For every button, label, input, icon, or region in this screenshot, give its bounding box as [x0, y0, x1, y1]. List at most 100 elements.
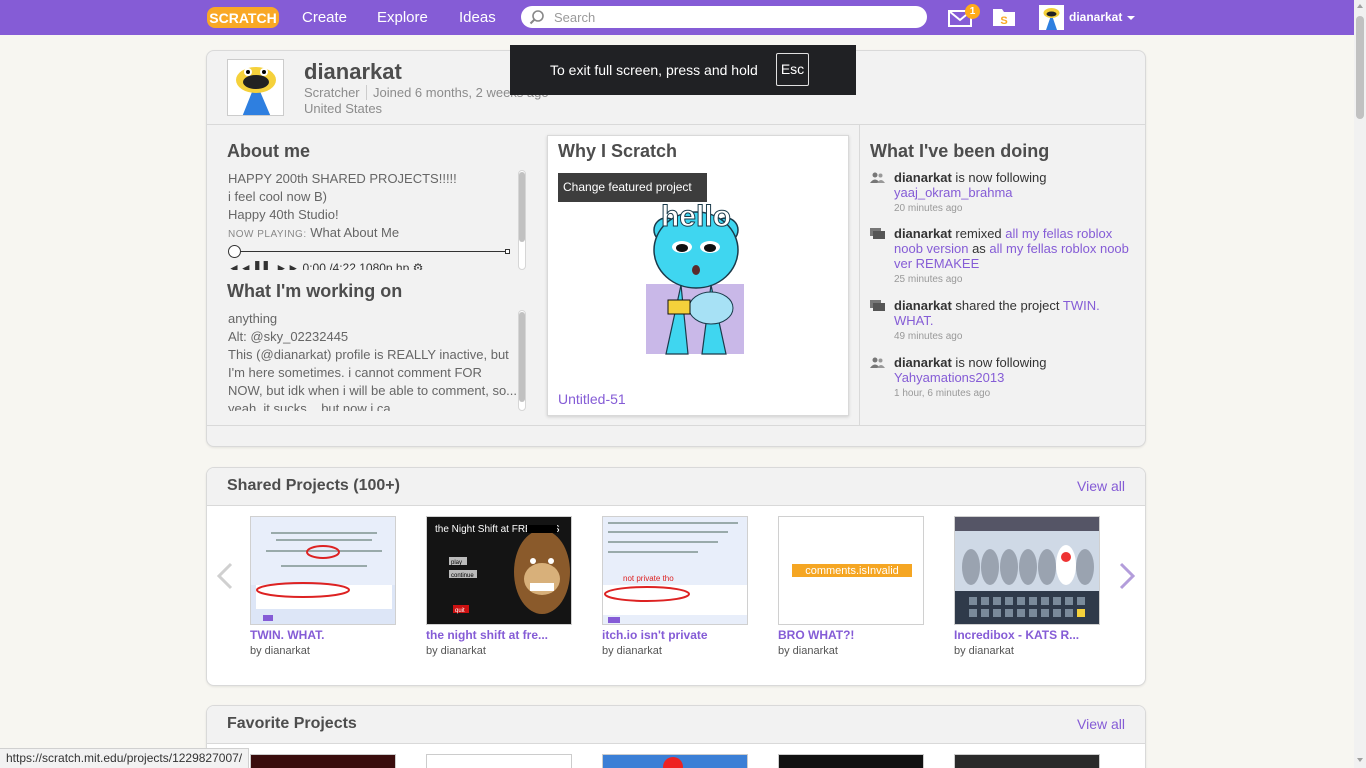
about-me-scroll-thumb[interactable] — [519, 172, 525, 242]
shared-projects-title: Shared Projects (100+) — [227, 477, 400, 494]
project-author[interactable]: by dianarkat — [602, 645, 662, 657]
project-thumbnail[interactable] — [250, 516, 396, 625]
now-playing: NOW PLAYING: What About Me — [228, 224, 513, 244]
thumb-caption: comments.isInvalid — [805, 565, 899, 577]
scratch-logo[interactable]: SCRATCH — [207, 5, 279, 30]
project-thumbnail[interactable]: not private tho — [602, 516, 748, 625]
working-line: NOW, but idk when i will be able to comm… — [228, 383, 518, 398]
avatar-image — [1043, 8, 1060, 30]
fullscreen-notice-text: To exit full screen, press and hold — [550, 62, 758, 78]
player-controls[interactable]: ◄◄ ▌▌ ►► 0:00 /4:22 1080p hp ⚙ — [228, 260, 518, 270]
shared-projects-box: Shared Projects (100+) View all TWIN. WH… — [206, 467, 1146, 686]
activity-user[interactable]: dianarkat — [894, 170, 952, 185]
favorite-thumbnail[interactable] — [250, 754, 396, 768]
nav-avatar[interactable] — [1039, 5, 1064, 30]
project-title[interactable]: the night shift at fre... — [426, 628, 573, 642]
favorite-projects-box: Favorite Projects View all — [206, 705, 1146, 768]
nav-create[interactable]: Create — [302, 0, 347, 35]
favorite-thumbnail[interactable] — [778, 754, 924, 768]
nav-ideas[interactable]: Ideas — [459, 0, 496, 35]
shared-view-all-link[interactable]: View all — [1077, 478, 1125, 494]
logo-text: SCRATCH — [209, 10, 276, 26]
activity-time: 20 minutes ago — [894, 203, 963, 214]
favorite-thumbnail[interactable] — [602, 754, 748, 768]
profile-footer-divider — [207, 425, 1145, 426]
about-me-title: About me — [227, 141, 310, 161]
activity-text: dianarkat is now following yaaj_okram_br… — [894, 170, 1134, 216]
favorites-view-all-link[interactable]: View all — [1077, 716, 1125, 732]
working-on-scroll-thumb[interactable] — [519, 312, 525, 402]
search-icon — [529, 10, 544, 25]
scroll-up-arrow-icon[interactable] — [1357, 4, 1363, 8]
player-progress-knob[interactable] — [228, 245, 241, 258]
activity-user[interactable]: dianarkat — [894, 298, 952, 313]
project-title[interactable]: itch.io isn't private — [602, 628, 749, 642]
activity-text: dianarkat is now following Yahyamations2… — [894, 355, 1134, 401]
profile-avatar-image — [228, 60, 283, 115]
activity-divider — [859, 125, 860, 425]
change-featured-project-button[interactable]: Change featured project — [558, 173, 707, 202]
working-on-text: anything Alt: @sky_02232445 This (@diana… — [228, 310, 518, 411]
page-scrollbar[interactable] — [1354, 0, 1366, 768]
page-scroll-thumb[interactable] — [1356, 16, 1364, 119]
favorite-thumbnail[interactable] — [426, 754, 572, 768]
thumbnail-image — [955, 517, 1099, 624]
favorite-thumb-decor — [663, 757, 683, 768]
activity-link[interactable]: Yahyamations2013 — [894, 370, 1004, 385]
project-author[interactable]: by dianarkat — [778, 645, 838, 657]
activity-action: remixed — [951, 226, 1006, 241]
nav-explore[interactable]: Explore — [377, 0, 428, 35]
about-line: i feel cool now B) — [228, 189, 327, 204]
featured-project-link[interactable]: Untitled-51 — [558, 391, 626, 407]
nav-username[interactable]: dianarkat — [1069, 0, 1122, 35]
working-line: Alt: @sky_02232445 — [228, 329, 349, 344]
project-thumbnail[interactable] — [954, 516, 1100, 625]
search-input[interactable] — [554, 8, 914, 26]
profile-avatar[interactable] — [227, 59, 284, 116]
fullscreen-exit-notice: To exit full screen, press and hold Esc — [510, 45, 856, 95]
carousel-prev-arrow-icon[interactable] — [215, 561, 235, 591]
project-author[interactable]: by dianarkat — [426, 645, 486, 657]
activity-title: What I've been doing — [870, 141, 1050, 161]
activity-action: is now following — [951, 170, 1047, 185]
scroll-down-arrow-icon[interactable] — [1357, 758, 1363, 762]
thumb-caption: not private tho — [623, 574, 674, 583]
activity-text: dianarkat remixed all my fellas roblox n… — [894, 226, 1134, 287]
follow-icon — [870, 357, 885, 368]
profile-role: Scratcher — [304, 85, 360, 100]
search-bar[interactable] — [521, 6, 927, 28]
thumb-continue: continue — [451, 573, 474, 579]
carousel-next-arrow-icon[interactable] — [1117, 561, 1137, 591]
project-thumbnail[interactable]: the Night Shift at FREDDYS play continue… — [426, 516, 572, 625]
project-title[interactable]: BRO WHAT?! — [778, 628, 925, 642]
now-playing-song: What About Me — [310, 225, 400, 240]
player-progress-track[interactable] — [232, 251, 510, 252]
player-progress-end — [505, 249, 510, 254]
project-thumbnail[interactable]: comments.isInvalid — [778, 516, 924, 625]
project-icon — [870, 300, 885, 311]
project-author[interactable]: by dianarkat — [954, 645, 1014, 657]
working-on-scrollbar[interactable] — [518, 310, 526, 411]
thumb-quit: quit — [455, 608, 465, 614]
activity-time: 49 minutes ago — [894, 331, 963, 342]
about-line: HAPPY 200th SHARED PROJECTS!!!!! — [228, 171, 457, 186]
my-stuff-icon[interactable]: S — [992, 7, 1016, 27]
why-i-scratch-title: Why I Scratch — [558, 141, 678, 161]
activity-time: 1 hour, 6 minutes ago — [894, 388, 991, 399]
activity-link[interactable]: yaaj_okram_brahma — [894, 185, 1013, 200]
account-dropdown-caret-icon[interactable] — [1127, 16, 1135, 20]
top-nav-bar: SCRATCH Create Explore Ideas 1 S dianark… — [0, 0, 1366, 35]
project-author[interactable]: by dianarkat — [250, 645, 310, 657]
project-title[interactable]: Incredibox - KATS R... — [954, 628, 1101, 642]
about-me-scrollbar[interactable] — [518, 170, 526, 270]
working-on-title: What I'm working on — [227, 281, 403, 301]
project-title[interactable]: TWIN. WHAT. — [250, 628, 397, 642]
activity-user[interactable]: dianarkat — [894, 226, 952, 241]
favorite-thumbnail[interactable] — [954, 754, 1100, 768]
activity-user[interactable]: dianarkat — [894, 355, 952, 370]
shared-projects-header: Shared Projects (100+) View all — [207, 468, 1145, 506]
featured-project-thumbnail[interactable]: hello — [646, 190, 744, 356]
message-count-badge: 1 — [965, 4, 980, 19]
thumbnail-image: the Night Shift at FREDDYS play continue… — [427, 517, 571, 624]
activity-action-extra: as — [968, 241, 990, 256]
